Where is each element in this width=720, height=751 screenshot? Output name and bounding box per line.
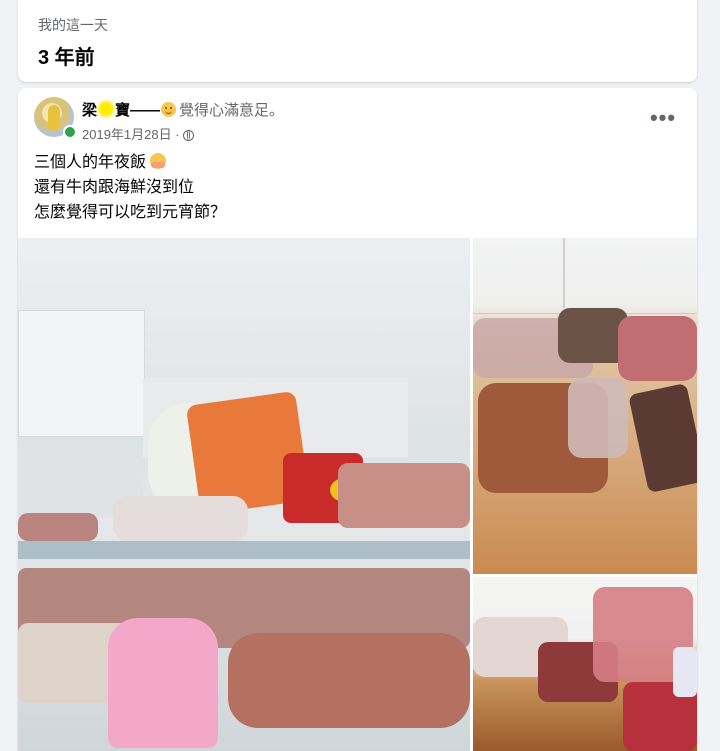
photo-raw-meat[interactable] xyxy=(473,577,697,751)
post-header: 梁寶—— 覺得心滿意足。 xyxy=(82,99,284,120)
meat-pack-1 xyxy=(338,463,470,528)
memory-label: 我的這一天 xyxy=(38,17,108,33)
author-name[interactable]: 梁寶 xyxy=(82,101,131,119)
large-meat-pack xyxy=(228,633,470,728)
post-meta: 2019年1月28日 · xyxy=(82,124,194,143)
hug-emoji-icon xyxy=(150,153,167,169)
dried-sausages xyxy=(628,382,697,494)
memory-card: 我的這一天 3 年前 xyxy=(18,0,697,82)
author-name-last: 寶 xyxy=(115,102,131,119)
pink-bag xyxy=(108,618,218,748)
photo-sausages[interactable] xyxy=(473,238,697,574)
ice-tray xyxy=(18,310,145,437)
meat-bag-right xyxy=(618,316,697,381)
post-card: 梁寶—— 覺得心滿意足。 2019年1月28日 · ••• 三個人的年夜飯 還有牛… xyxy=(18,88,697,751)
author-name-first: 梁 xyxy=(82,102,98,119)
shelf-divider xyxy=(18,541,470,559)
post-line-2: 還有牛肉跟海鮮沒到位 xyxy=(34,179,195,196)
plastic-bag xyxy=(113,496,248,541)
post-text: 三個人的年夜飯 還有牛肉跟海鮮沒到位 怎麼覺得可以吃到元宵節？ xyxy=(34,150,226,225)
cup xyxy=(673,647,697,697)
post-line-1: 三個人的年夜飯 xyxy=(34,150,226,175)
globe-icon[interactable] xyxy=(182,130,194,141)
feeling-text: 覺得心滿意足。 xyxy=(179,102,285,119)
photo-fridge[interactable] xyxy=(18,238,470,751)
more-options-icon[interactable]: ••• xyxy=(645,100,681,136)
name-redaction xyxy=(98,101,115,117)
smile-icon xyxy=(161,102,177,117)
meta-separator: · xyxy=(175,127,180,142)
post-date[interactable]: 2019年1月28日 xyxy=(82,127,172,142)
meat-pack-2 xyxy=(18,513,98,541)
avatar-figure xyxy=(48,105,60,129)
post-line-3: 怎麼覺得可以吃到元宵節？ xyxy=(34,204,227,221)
header-dash: —— xyxy=(130,102,161,119)
online-status-dot xyxy=(63,125,77,139)
memory-title: 3 年前 xyxy=(38,47,95,69)
tile-line xyxy=(563,238,565,308)
clear-bag xyxy=(568,378,628,458)
